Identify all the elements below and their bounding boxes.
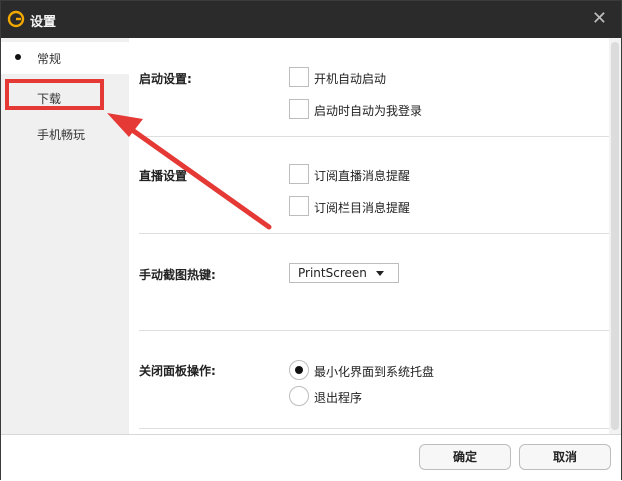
auto-start-label: 开机自动启动 (314, 72, 387, 86)
settings-content: 启动设置: 开机自动启动 启动时自动为我登录 直播设置 订阅直播消息提醒 订阅栏… (129, 38, 609, 434)
column-reminder-checkbox[interactable] (289, 196, 309, 216)
sidebar-item-general[interactable]: 常规 (1, 42, 129, 74)
live-reminder-label: 订阅直播消息提醒 (314, 169, 411, 183)
sidebar-item-download[interactable]: 下载 (1, 82, 129, 114)
sidebar-item-label: 手机畅玩 (37, 128, 86, 142)
content-scrollbar[interactable] (609, 38, 621, 434)
column-reminder-label: 订阅栏目消息提醒 (314, 201, 411, 215)
minimize-to-tray-radio[interactable] (289, 360, 309, 380)
hotkey-value: PrintScreen (298, 266, 367, 280)
dropdown-arrow-icon (376, 271, 384, 276)
hotkey-dropdown[interactable]: PrintScreen (289, 263, 399, 283)
section-divider (139, 330, 609, 331)
close-panel-section-label: 关闭面板操作: (139, 364, 216, 378)
exit-program-radio[interactable] (289, 386, 309, 406)
auto-start-checkbox[interactable] (289, 67, 309, 87)
exit-program-label: 退出程序 (314, 391, 363, 405)
live-section-label: 直播设置 (139, 169, 188, 183)
ok-button[interactable]: 确定 (419, 444, 511, 470)
sidebar-item-label: 下载 (37, 92, 62, 106)
dialog-footer: 确定 取消 (1, 434, 621, 480)
settings-window: 设置 ✕ 常规 下载 手机畅玩 启动设置: 开机自动启动 启动时自动为我登录 直… (0, 0, 622, 480)
minimize-to-tray-label: 最小化界面到系统托盘 (314, 365, 435, 379)
window-title: 设置 (30, 15, 57, 30)
section-divider (139, 136, 609, 137)
section-divider (139, 428, 609, 429)
settings-sidebar: 常规 下载 手机畅玩 (1, 38, 129, 434)
startup-section-label: 启动设置: (139, 72, 192, 86)
hotkey-section-label: 手动截图热键: (139, 268, 216, 282)
close-icon[interactable]: ✕ (592, 8, 607, 29)
live-reminder-checkbox[interactable] (289, 164, 309, 184)
scrollbar-thumb[interactable] (611, 42, 619, 430)
section-divider (139, 233, 609, 234)
sidebar-item-mobile-play[interactable]: 手机畅玩 (1, 118, 129, 150)
selected-bullet-icon (15, 54, 21, 60)
cancel-button[interactable]: 取消 (519, 444, 611, 470)
sidebar-item-label: 常规 (37, 52, 62, 66)
app-logo-icon (7, 10, 25, 28)
auto-login-label: 启动时自动为我登录 (314, 104, 423, 118)
title-bar: 设置 ✕ (1, 1, 621, 38)
auto-login-checkbox[interactable] (289, 99, 309, 119)
